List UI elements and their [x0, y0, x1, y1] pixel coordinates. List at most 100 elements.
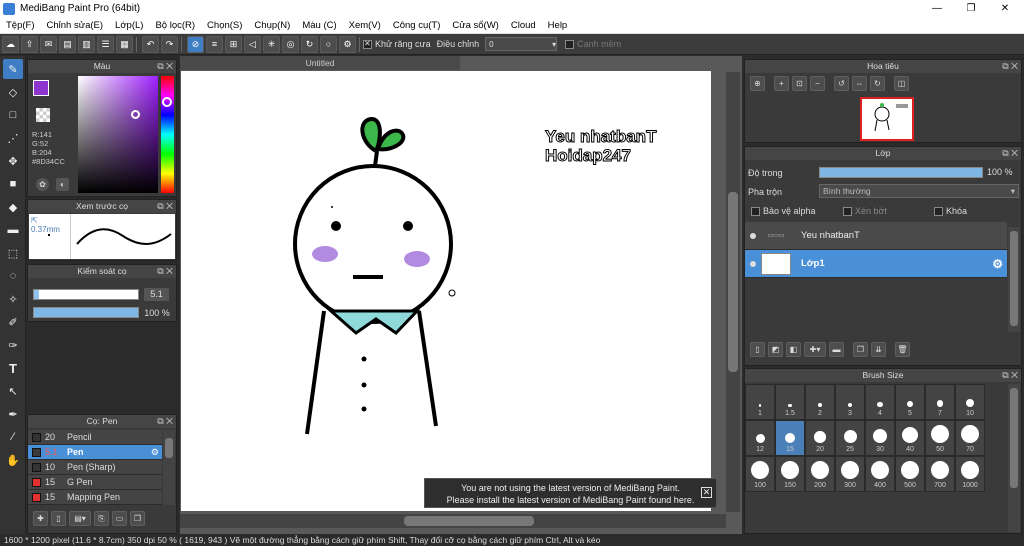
eraser-tool-icon[interactable]: ◇	[3, 82, 23, 102]
menu-cloud[interactable]: Cloud	[505, 20, 542, 31]
brush-size-cell[interactable]: 3	[835, 384, 865, 420]
layer-list-scrollbar[interactable]	[1008, 227, 1020, 332]
soft-snap-toggle[interactable]: Canh mềm	[565, 39, 621, 49]
brush-size-cell[interactable]: 50	[925, 420, 955, 456]
gear-icon[interactable]: ⚙	[992, 257, 1003, 271]
lasso-tool-icon[interactable]: ◌	[3, 266, 23, 286]
brush-size-cell[interactable]: 4	[865, 384, 895, 420]
hand-tool-icon[interactable]: ✋	[3, 450, 23, 470]
brush-size-cell[interactable]: 5	[895, 384, 925, 420]
grid-snap-icon[interactable]: ⊞	[225, 35, 242, 53]
brush-size-cell[interactable]: 400	[865, 456, 895, 492]
clipping-toggle[interactable]: Xén bớt	[843, 206, 887, 216]
comment-icon[interactable]: ✉	[40, 35, 57, 53]
new-halftone-layer-icon[interactable]: ◩	[768, 342, 783, 357]
hue-slider-handle[interactable]	[162, 97, 172, 107]
menu-layer[interactable]: Lớp(L)	[109, 20, 149, 31]
brush-size-cell[interactable]: 1000	[955, 456, 985, 492]
minimize-icon[interactable]: —	[920, 0, 954, 17]
menu-color[interactable]: Màu (C)	[296, 20, 342, 31]
eyedropper-tool-icon[interactable]: ⁄	[3, 427, 23, 447]
perspective-snap-icon[interactable]: ◁	[244, 35, 261, 53]
merge-down-icon[interactable]: ⇊	[871, 342, 886, 357]
brush-size-cell[interactable]: 12	[745, 420, 775, 456]
close-icon[interactable]: ✕	[701, 487, 712, 498]
select-pen-tool-icon[interactable]: ✐	[3, 312, 23, 332]
panel-pin-close-icon[interactable]: ⧉ ✕	[157, 265, 173, 278]
sv-picker-handle[interactable]	[131, 110, 140, 119]
clipping-checkbox[interactable]	[843, 206, 852, 216]
brush-item-pencil[interactable]: 20 Pencil	[28, 430, 162, 445]
menu-select[interactable]: Chọn(S)	[201, 20, 248, 31]
duplicate-layer-icon[interactable]: ❐	[853, 342, 868, 357]
canvas-text[interactable]: Yeu nhatbanT Hoidap247	[544, 127, 656, 166]
menu-file[interactable]: Tệp(F)	[0, 20, 41, 31]
layer-row-layer1[interactable]: Lớp1 ⚙	[745, 250, 1007, 278]
panel-pin-close-icon[interactable]: ⧉ ✕	[157, 415, 173, 428]
rotate-left-icon[interactable]: ↺	[834, 76, 849, 91]
document-tab[interactable]: Untitled	[180, 56, 460, 70]
panel-pin-close-icon[interactable]: ⧉ ✕	[157, 60, 173, 73]
brush-size-cell[interactable]: 40	[895, 420, 925, 456]
brush-size-cell[interactable]: 700	[925, 456, 955, 492]
new-brush-icon[interactable]: ▯	[51, 511, 66, 526]
close-window-icon[interactable]: ✕	[988, 0, 1022, 17]
antialias-checkbox[interactable]	[363, 39, 372, 49]
brush-size-scroll-thumb[interactable]	[1010, 388, 1018, 488]
folder-icon[interactable]: ▭	[112, 511, 127, 526]
panel-pin-close-icon[interactable]: ⧉ ✕	[1002, 147, 1018, 160]
move-tool-icon[interactable]: ✥	[3, 151, 23, 171]
actual-size-icon[interactable]: ⊡	[792, 76, 807, 91]
lock-checkbox[interactable]	[934, 206, 943, 216]
saturation-value-picker[interactable]	[78, 76, 158, 193]
brush-size-scrollbar[interactable]	[1008, 384, 1020, 532]
document-icon[interactable]: ▥	[78, 35, 95, 53]
brush-size-cell[interactable]: 25	[835, 420, 865, 456]
list-icon[interactable]: ☰	[97, 35, 114, 53]
rotate-right-icon[interactable]: ↻	[870, 76, 885, 91]
protect-alpha-checkbox[interactable]	[751, 206, 760, 216]
canvas-horizontal-scroll-thumb[interactable]	[404, 516, 534, 526]
fill-rect-tool-icon[interactable]: ■	[3, 174, 23, 194]
antialias-toggle[interactable]: Khử răng cưa	[363, 39, 431, 49]
pen-tool-icon[interactable]: ✒	[3, 404, 23, 424]
reset-view-icon[interactable]: ◫	[894, 76, 909, 91]
visibility-eye-icon[interactable]	[750, 233, 756, 239]
navigator-thumbnail[interactable]	[860, 97, 914, 141]
brush-menu-icon[interactable]: ▤▾	[69, 511, 91, 526]
brush-size-cell[interactable]: 1.5	[775, 384, 805, 420]
rectangle-tool-icon[interactable]: □	[3, 105, 23, 125]
brush-list-scroll-thumb[interactable]	[165, 438, 173, 458]
visibility-eye-icon[interactable]	[750, 261, 756, 267]
menu-help[interactable]: Help	[542, 20, 574, 31]
select-eraser-tool-icon[interactable]: ✑	[3, 335, 23, 355]
menu-view[interactable]: Xem(V)	[343, 20, 387, 31]
layer-opacity-slider[interactable]	[819, 167, 983, 178]
foreground-color-swatch[interactable]	[33, 80, 49, 96]
brush-size-cell[interactable]: 7	[925, 384, 955, 420]
protect-alpha-toggle[interactable]: Bảo vệ alpha	[751, 206, 816, 216]
color-mode-icon[interactable]: ◐	[56, 178, 69, 191]
brush-size-cell[interactable]: 150	[775, 456, 805, 492]
brush-item-pen-sharp[interactable]: 10 Pen (Sharp)	[28, 460, 162, 475]
cloud-icon[interactable]: ☁	[2, 35, 19, 53]
menu-capture[interactable]: Chụp(N)	[248, 20, 296, 31]
brush-list-scrollbar[interactable]	[163, 430, 175, 505]
new-layer-icon[interactable]: ▯	[750, 342, 765, 357]
curve-snap-icon[interactable]: ↻	[301, 35, 318, 53]
zoom-fit-icon[interactable]: ⊕	[750, 76, 765, 91]
brush-size-cell[interactable]: 15	[775, 420, 805, 456]
select-rect-tool-icon[interactable]: ⬚	[3, 243, 23, 263]
operation-tool-icon[interactable]: ↖	[3, 381, 23, 401]
gradient-tool-icon[interactable]: ▬	[3, 220, 23, 240]
brush-size-cell[interactable]: 20	[805, 420, 835, 456]
flip-icon[interactable]: ⇔	[852, 76, 867, 91]
brush-size-cell[interactable]: 1	[745, 384, 775, 420]
canvas-paper[interactable]: Yeu nhatbanT Hoidap247	[181, 71, 711, 511]
transparent-color-swatch[interactable]	[36, 108, 50, 122]
brush-item-g-pen[interactable]: 15 G Pen	[28, 475, 162, 490]
canvas-horizontal-scrollbar[interactable]	[180, 514, 726, 528]
dot-tool-icon[interactable]: ⋰	[3, 128, 23, 148]
share-icon[interactable]: ⇪	[21, 35, 38, 53]
zoom-out-icon[interactable]: −	[810, 76, 825, 91]
